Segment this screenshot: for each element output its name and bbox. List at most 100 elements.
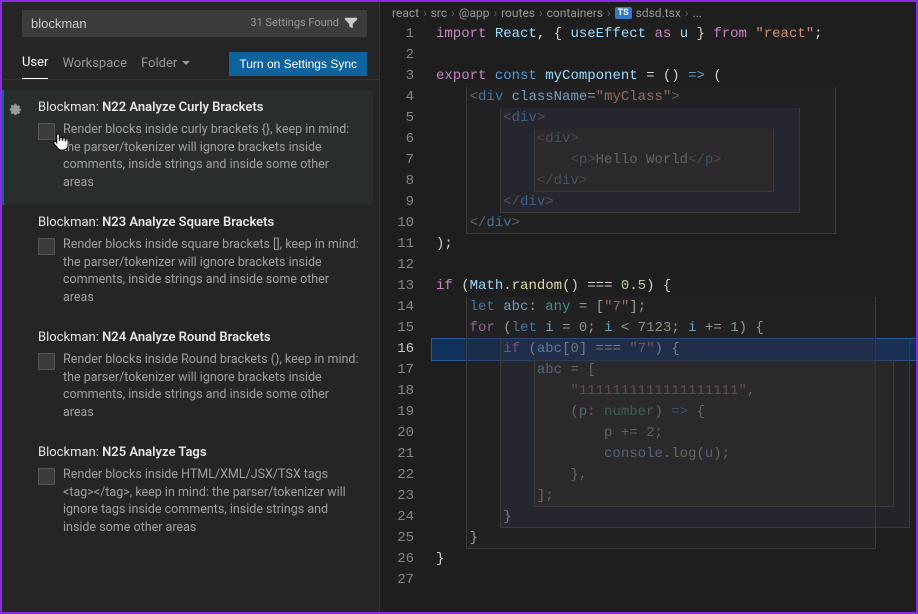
breadcrumb-item[interactable]: @app <box>459 6 490 20</box>
line-number: 20 <box>380 423 414 444</box>
line-number: 5 <box>380 108 414 129</box>
tab-folder-label: Folder <box>141 56 177 71</box>
breadcrumb-item[interactable]: react <box>392 6 419 20</box>
line-number: 13 <box>380 276 414 297</box>
code-line[interactable]: p += 2; <box>432 423 916 444</box>
code-line[interactable] <box>432 45 916 66</box>
line-number: 10 <box>380 213 414 234</box>
settings-results-count: 31 Settings Found <box>250 16 339 29</box>
line-number: 17 <box>380 360 414 381</box>
settings-filter-icon[interactable] <box>343 15 359 31</box>
code-line[interactable]: let abc: any = ["7"]; <box>432 297 916 318</box>
chevron-down-icon <box>181 58 191 68</box>
line-number: 4 <box>380 87 414 108</box>
tab-folder[interactable]: Folder <box>141 50 191 79</box>
line-number: 3 <box>380 66 414 87</box>
line-number: 9 <box>380 192 414 213</box>
code-line[interactable]: } <box>432 528 916 549</box>
code-line[interactable]: </div> <box>432 171 916 192</box>
line-number: 7 <box>380 150 414 171</box>
line-number: 18 <box>380 381 414 402</box>
line-number: 27 <box>380 570 414 591</box>
breadcrumb-item[interactable]: containers <box>547 6 603 20</box>
code-line[interactable] <box>432 255 916 276</box>
line-number: 19 <box>380 402 414 423</box>
setting-title: Blockman: N24 Analyze Round Brackets <box>38 330 359 345</box>
line-number: 8 <box>380 171 414 192</box>
line-number: 15 <box>380 318 414 339</box>
breadcrumbs[interactable]: react›src›@app›routes›containers›TSsdsd.… <box>380 2 916 24</box>
settings-panel: 31 Settings Found User Workspace Folder … <box>2 2 380 612</box>
chevron-right-icon: › <box>685 6 689 20</box>
setting-checkbox[interactable] <box>38 123 55 140</box>
code-line[interactable]: }, <box>432 465 916 486</box>
setting-description: Render blocks inside square brackets [],… <box>63 236 359 306</box>
settings-sync-button[interactable]: Turn on Settings Sync <box>229 52 367 76</box>
breadcrumb-item[interactable]: ... <box>692 6 702 20</box>
editor-panel: react›src›@app›routes›containers›TSsdsd.… <box>380 2 916 612</box>
code-line[interactable]: <div> <box>432 108 916 129</box>
code-content[interactable]: import React, { useEffect as u } from "r… <box>432 24 916 612</box>
chevron-right-icon: › <box>607 6 611 20</box>
code-line[interactable]: ]; <box>432 486 916 507</box>
breadcrumb-item[interactable]: sdsd.tsx <box>636 6 681 20</box>
line-number: 1 <box>380 24 414 45</box>
setting-item[interactable]: Blockman: N23 Analyze Square BracketsRen… <box>2 205 373 320</box>
settings-search-row: 31 Settings Found <box>2 2 379 43</box>
chevron-right-icon: › <box>423 6 427 20</box>
line-number: 14 <box>380 297 414 318</box>
setting-item[interactable]: Blockman: N22 Analyze Curly Brackets Rend… <box>2 90 373 205</box>
code-line[interactable]: </div> <box>432 192 916 213</box>
code-area[interactable]: 1234567891011121314151617181920212223242… <box>380 24 916 612</box>
line-number: 26 <box>380 549 414 570</box>
setting-body: Render blocks inside HTML/XML/JSX/TSX ta… <box>38 466 359 536</box>
setting-body: Render blocks inside Round brackets (), … <box>38 351 359 421</box>
line-number-gutter: 1234567891011121314151617181920212223242… <box>380 24 432 612</box>
line-number: 22 <box>380 465 414 486</box>
line-number: 23 <box>380 486 414 507</box>
code-line[interactable]: <div> <box>432 129 916 150</box>
code-line[interactable]: for (let i = 0; i < 7123; i += 1) { <box>432 318 916 339</box>
code-line[interactable]: </div> <box>432 213 916 234</box>
line-number: 16 <box>380 339 414 360</box>
setting-item[interactable]: Blockman: N24 Analyze Round Brackets Rend… <box>2 320 373 435</box>
tab-workspace[interactable]: Workspace <box>62 50 127 79</box>
breadcrumb-item[interactable]: routes <box>501 6 535 20</box>
code-line[interactable]: export const myComponent = () => ( <box>432 66 916 87</box>
code-line[interactable]: "1111111111111111111", <box>432 381 916 402</box>
code-line[interactable]: if (Math.random() === 0.5) { <box>432 276 916 297</box>
line-number: 11 <box>380 234 414 255</box>
code-line[interactable]: import React, { useEffect as u } from "r… <box>432 24 916 45</box>
setting-title: Blockman: N22 Analyze Curly Brackets <box>38 100 359 115</box>
setting-checkbox[interactable] <box>38 353 55 370</box>
code-line[interactable]: console.log(u); <box>432 444 916 465</box>
setting-body: Render blocks inside curly brackets {}, … <box>38 121 359 191</box>
chevron-right-icon: › <box>494 6 498 20</box>
line-number: 25 <box>380 528 414 549</box>
gear-icon[interactable] <box>8 102 22 116</box>
line-number: 12 <box>380 255 414 276</box>
setting-checkbox[interactable] <box>38 238 55 255</box>
code-line[interactable] <box>432 570 916 591</box>
code-line[interactable]: } <box>432 549 916 570</box>
line-number: 2 <box>380 45 414 66</box>
line-number: 21 <box>380 444 414 465</box>
chevron-right-icon: › <box>539 6 543 20</box>
setting-body: Render blocks inside square brackets [],… <box>38 236 359 306</box>
code-line[interactable]: abc = [ <box>432 360 916 381</box>
code-line[interactable]: if (abc[0] === "7") { <box>432 339 916 360</box>
code-line[interactable]: ); <box>432 234 916 255</box>
settings-list[interactable]: Blockman: N22 Analyze Curly Brackets Rend… <box>2 80 379 612</box>
setting-checkbox[interactable] <box>38 468 55 485</box>
line-number: 6 <box>380 129 414 150</box>
tab-user[interactable]: User <box>22 49 48 79</box>
settings-tabs: User Workspace Folder Turn on Settings S… <box>2 43 379 80</box>
code-line[interactable]: <div className="myClass"> <box>432 87 916 108</box>
code-line[interactable]: <p>Hello World</p> <box>432 150 916 171</box>
breadcrumb-item[interactable]: src <box>431 6 447 20</box>
code-line[interactable]: } <box>432 507 916 528</box>
setting-item[interactable]: Blockman: N25 Analyze Tags Render blocks … <box>2 435 373 550</box>
code-line[interactable]: (p: number) => { <box>432 402 916 423</box>
file-type-badge: TS <box>615 7 632 19</box>
setting-title: Blockman: N25 Analyze Tags <box>38 445 359 460</box>
